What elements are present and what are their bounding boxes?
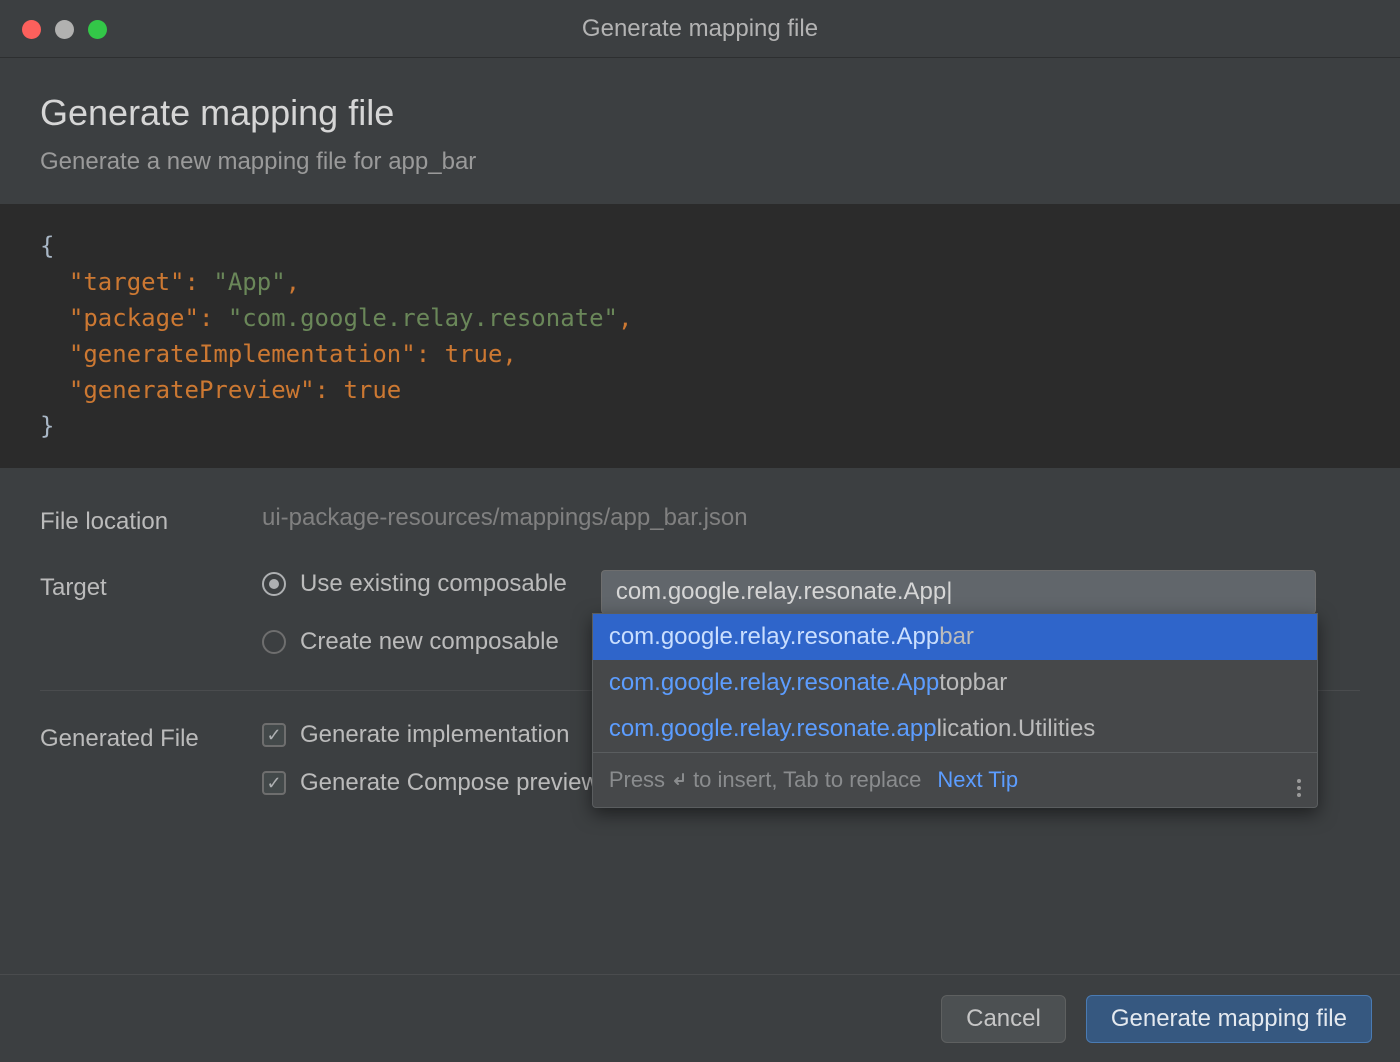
target-input-wrap: com.google.relay.resonate.Appbar com.goo…: [601, 570, 1360, 614]
autocomplete-match: com.google.relay.resonate.App: [609, 623, 939, 650]
autocomplete-hint-post: to insert, Tab to replace: [693, 767, 921, 793]
enter-key-icon: [669, 770, 689, 790]
radio-create-new-label: Create new composable: [300, 628, 559, 656]
next-tip-link[interactable]: Next Tip: [937, 767, 1018, 793]
autocomplete-match: com.google.relay.resonate.app: [609, 715, 937, 742]
generated-file-checks: ✓ Generate implementation ✓ Generate Com…: [262, 721, 599, 797]
dialog-header: Generate mapping file Generate a new map…: [0, 58, 1400, 204]
autocomplete-rest: bar: [939, 623, 974, 650]
radio-button-icon: [262, 630, 286, 654]
target-radio-group: Use existing composable Create new compo…: [262, 570, 567, 656]
file-location-label: File location: [40, 504, 262, 536]
target-composable-input[interactable]: [601, 570, 1316, 614]
radio-use-existing[interactable]: Use existing composable: [262, 570, 567, 598]
autocomplete-item[interactable]: com.google.relay.resonate.Apptopbar: [593, 660, 1317, 706]
radio-button-icon: [262, 572, 286, 596]
autocomplete-hint-pre: Press: [609, 767, 665, 793]
check-generate-implementation-label: Generate implementation: [300, 721, 569, 749]
code-val-genprev: true: [343, 376, 401, 404]
code-val-genimpl: true: [445, 340, 503, 368]
autocomplete-popup: com.google.relay.resonate.Appbar com.goo…: [592, 613, 1318, 808]
generated-file-label: Generated File: [40, 721, 262, 753]
target-label: Target: [40, 570, 262, 602]
code-key-target: "target": [69, 268, 185, 296]
check-generate-preview-label: Generate Compose preview: [300, 769, 599, 797]
maximize-window-button[interactable]: [88, 20, 107, 39]
window-controls: [22, 20, 107, 39]
code-key-genimpl: "generateImplementation": [69, 340, 416, 368]
autocomplete-more-button[interactable]: [1297, 763, 1301, 797]
row-file-location: File location ui-package-resources/mappi…: [40, 504, 1360, 536]
autocomplete-item[interactable]: com.google.relay.resonate.application.Ut…: [593, 706, 1317, 752]
json-preview: { "target": "App", "package": "com.googl…: [0, 204, 1400, 468]
checkbox-icon: ✓: [262, 723, 286, 747]
dialog-title: Generate mapping file: [40, 92, 1360, 134]
minimize-window-button[interactable]: [55, 20, 74, 39]
autocomplete-rest: lication.Utilities: [937, 715, 1096, 742]
radio-create-new[interactable]: Create new composable: [262, 628, 567, 656]
radio-use-existing-label: Use existing composable: [300, 570, 567, 598]
autocomplete-rest: topbar: [939, 669, 1007, 696]
autocomplete-match: com.google.relay.resonate.App: [609, 669, 939, 696]
close-window-button[interactable]: [22, 20, 41, 39]
code-val-target: "App": [213, 268, 285, 296]
file-location-value: ui-package-resources/mappings/app_bar.js…: [262, 504, 1360, 532]
row-target: Target Use existing composable Create ne…: [40, 570, 1360, 656]
vertical-ellipsis-icon: [1297, 779, 1301, 797]
autocomplete-hint: Press to insert, Tab to replace: [609, 767, 922, 793]
checkmark-icon: ✓: [266, 774, 281, 792]
dialog-subtitle: Generate a new mapping file for app_bar: [40, 148, 1360, 176]
dialog-footer: Cancel Generate mapping file: [0, 974, 1400, 1062]
autocomplete-footer: Press to insert, Tab to replace Next Tip: [593, 752, 1317, 807]
code-val-package: "com.google.relay.resonate": [228, 304, 618, 332]
window-title: Generate mapping file: [582, 15, 818, 43]
check-generate-implementation[interactable]: ✓ Generate implementation: [262, 721, 599, 749]
code-key-package: "package": [69, 304, 199, 332]
autocomplete-item[interactable]: com.google.relay.resonate.Appbar: [593, 614, 1317, 660]
form-area: File location ui-package-resources/mappi…: [0, 468, 1400, 797]
checkmark-icon: ✓: [266, 726, 281, 744]
generate-mapping-file-button[interactable]: Generate mapping file: [1086, 995, 1372, 1043]
check-generate-preview[interactable]: ✓ Generate Compose preview: [262, 769, 599, 797]
titlebar: Generate mapping file: [0, 0, 1400, 58]
cancel-button[interactable]: Cancel: [941, 995, 1066, 1043]
code-key-genprev: "generatePreview": [69, 376, 315, 404]
checkbox-icon: ✓: [262, 771, 286, 795]
